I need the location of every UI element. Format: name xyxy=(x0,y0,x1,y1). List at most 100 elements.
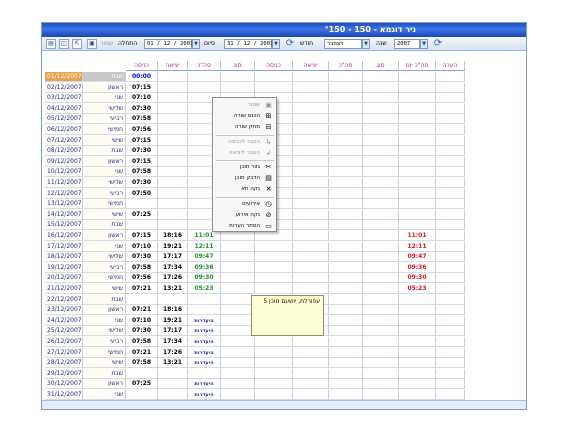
exit-time-cell[interactable]: 19:21 xyxy=(158,315,188,326)
entry-time-cell[interactable]: 07:25 xyxy=(126,379,158,390)
exit-time-cell[interactable]: 13:21 xyxy=(158,358,188,369)
entry-time-cell[interactable]: 07:15 xyxy=(126,135,158,146)
exit-time-cell[interactable]: 17:17 xyxy=(158,326,188,337)
empty-cell[interactable] xyxy=(329,82,363,93)
empty-cell[interactable] xyxy=(293,390,329,400)
column-header[interactable]: סה"כ xyxy=(188,61,221,71)
entry-time-cell[interactable]: 07:25 xyxy=(126,209,158,220)
exit-time-cell[interactable]: 18:16 xyxy=(158,231,188,241)
day-total-cell[interactable] xyxy=(399,368,436,379)
empty-cell[interactable] xyxy=(363,390,399,400)
entry-time-cell[interactable]: 07:30 xyxy=(126,178,158,188)
context-menu-item[interactable]: אירועים ◷ xyxy=(214,199,275,210)
empty-cell[interactable] xyxy=(363,326,399,337)
date-cell[interactable]: 23/12/2007 xyxy=(45,305,83,316)
empty-cell[interactable] xyxy=(329,231,363,241)
empty-cell[interactable] xyxy=(363,82,399,93)
column-header[interactable]: סוג xyxy=(363,61,399,71)
day-total-cell[interactable] xyxy=(399,305,436,316)
column-header[interactable]: סה"כ יום xyxy=(399,61,436,71)
empty-cell[interactable] xyxy=(329,167,363,178)
exit-time-cell[interactable]: 17:26 xyxy=(158,273,188,284)
day-total-cell[interactable] xyxy=(399,114,436,125)
empty-cell[interactable] xyxy=(293,167,329,178)
exit-time-cell[interactable] xyxy=(158,167,188,178)
empty-cell[interactable] xyxy=(363,188,399,199)
day-total-cell[interactable] xyxy=(399,167,436,178)
empty-cell[interactable] xyxy=(363,156,399,167)
day-total-cell[interactable] xyxy=(399,379,436,390)
note-cell[interactable] xyxy=(436,284,465,294)
date-cell[interactable]: 27/12/2007 xyxy=(45,347,83,358)
empty-cell[interactable] xyxy=(363,103,399,114)
empty-cell[interactable] xyxy=(363,220,399,231)
empty-cell[interactable] xyxy=(329,178,363,188)
exit-time-cell[interactable] xyxy=(158,156,188,167)
date-cell[interactable]: 18/12/2007 xyxy=(45,252,83,263)
empty-cell[interactable] xyxy=(329,252,363,263)
day-total-cell[interactable] xyxy=(399,326,436,337)
weekday-cell[interactable]: שני xyxy=(83,93,126,104)
total-cell[interactable] xyxy=(188,82,221,93)
total-cell[interactable]: היעדרות xyxy=(188,315,221,326)
date-cell[interactable]: 17/12/2007 xyxy=(45,241,83,252)
empty-cell[interactable] xyxy=(329,358,363,369)
note-cell[interactable] xyxy=(436,305,465,316)
empty-cell[interactable] xyxy=(221,379,255,390)
weekday-cell[interactable]: שישי xyxy=(83,284,126,294)
exit-time-cell[interactable]: 17:17 xyxy=(158,252,188,263)
empty-cell[interactable] xyxy=(293,72,329,82)
exit-time-cell[interactable] xyxy=(158,178,188,188)
empty-cell[interactable] xyxy=(255,347,293,358)
empty-cell[interactable] xyxy=(293,252,329,263)
empty-cell[interactable] xyxy=(363,241,399,252)
day-total-cell[interactable] xyxy=(399,156,436,167)
weekday-cell[interactable]: רביעי xyxy=(83,262,126,273)
empty-cell[interactable] xyxy=(363,146,399,157)
table-row[interactable]: 26/12/2007 רביעי 07:58 17:34 היעדרות xyxy=(45,337,465,347)
empty-cell[interactable] xyxy=(329,156,363,167)
weekday-cell[interactable]: חמישי xyxy=(83,199,126,210)
note-cell[interactable] xyxy=(436,199,465,210)
empty-cell[interactable] xyxy=(363,337,399,347)
note-cell[interactable] xyxy=(436,337,465,347)
empty-cell[interactable] xyxy=(329,347,363,358)
empty-cell[interactable] xyxy=(293,209,329,220)
weekday-cell[interactable]: ראשון xyxy=(83,305,126,316)
empty-cell[interactable] xyxy=(363,305,399,316)
weekday-cell[interactable]: חמישי xyxy=(83,347,126,358)
year-dropdown[interactable]: ▼ xyxy=(420,39,428,49)
weekday-cell[interactable]: שלישי xyxy=(83,178,126,188)
empty-cell[interactable] xyxy=(293,379,329,390)
entry-time-cell[interactable]: 07:56 xyxy=(126,273,158,284)
note-cell[interactable] xyxy=(436,273,465,284)
date-cell[interactable]: 16/12/2007 xyxy=(45,231,83,241)
date-cell[interactable]: 24/12/2007 xyxy=(45,315,83,326)
date-cell[interactable]: 06/12/2007 xyxy=(45,125,83,135)
table-row[interactable]: 16/12/2007 ראשון 07:15 18:16 11:01 11:01 xyxy=(45,231,465,241)
note-cell[interactable] xyxy=(436,82,465,93)
empty-cell[interactable] xyxy=(221,273,255,284)
exit-time-cell[interactable] xyxy=(158,368,188,379)
day-total-cell[interactable] xyxy=(399,178,436,188)
date-cell[interactable]: 21/12/2007 xyxy=(45,284,83,294)
weekday-cell[interactable]: ראשון xyxy=(83,156,126,167)
entry-time-cell[interactable]: 07:30 xyxy=(126,103,158,114)
weekday-cell[interactable]: שבת xyxy=(83,368,126,379)
date-cell[interactable]: 01/12/2007 xyxy=(45,72,83,82)
date-cell[interactable]: 09/12/2007 xyxy=(45,156,83,167)
empty-cell[interactable] xyxy=(329,135,363,146)
entry-time-cell[interactable] xyxy=(126,199,158,210)
year-refresh-icon[interactable]: ⟳ xyxy=(432,38,444,50)
note-cell[interactable] xyxy=(436,390,465,400)
note-cell[interactable] xyxy=(436,315,465,326)
column-header[interactable]: יציאה xyxy=(158,61,188,71)
empty-cell[interactable] xyxy=(255,368,293,379)
note-cell[interactable] xyxy=(436,379,465,390)
context-menu-item[interactable]: הדבק תוכן ▤ xyxy=(214,173,275,184)
empty-cell[interactable] xyxy=(255,72,293,82)
entry-time-cell[interactable]: 07:15 xyxy=(126,231,158,241)
exit-time-cell[interactable] xyxy=(158,135,188,146)
exit-time-cell[interactable] xyxy=(158,114,188,125)
date-cell[interactable]: 22/12/2007 xyxy=(45,294,83,305)
